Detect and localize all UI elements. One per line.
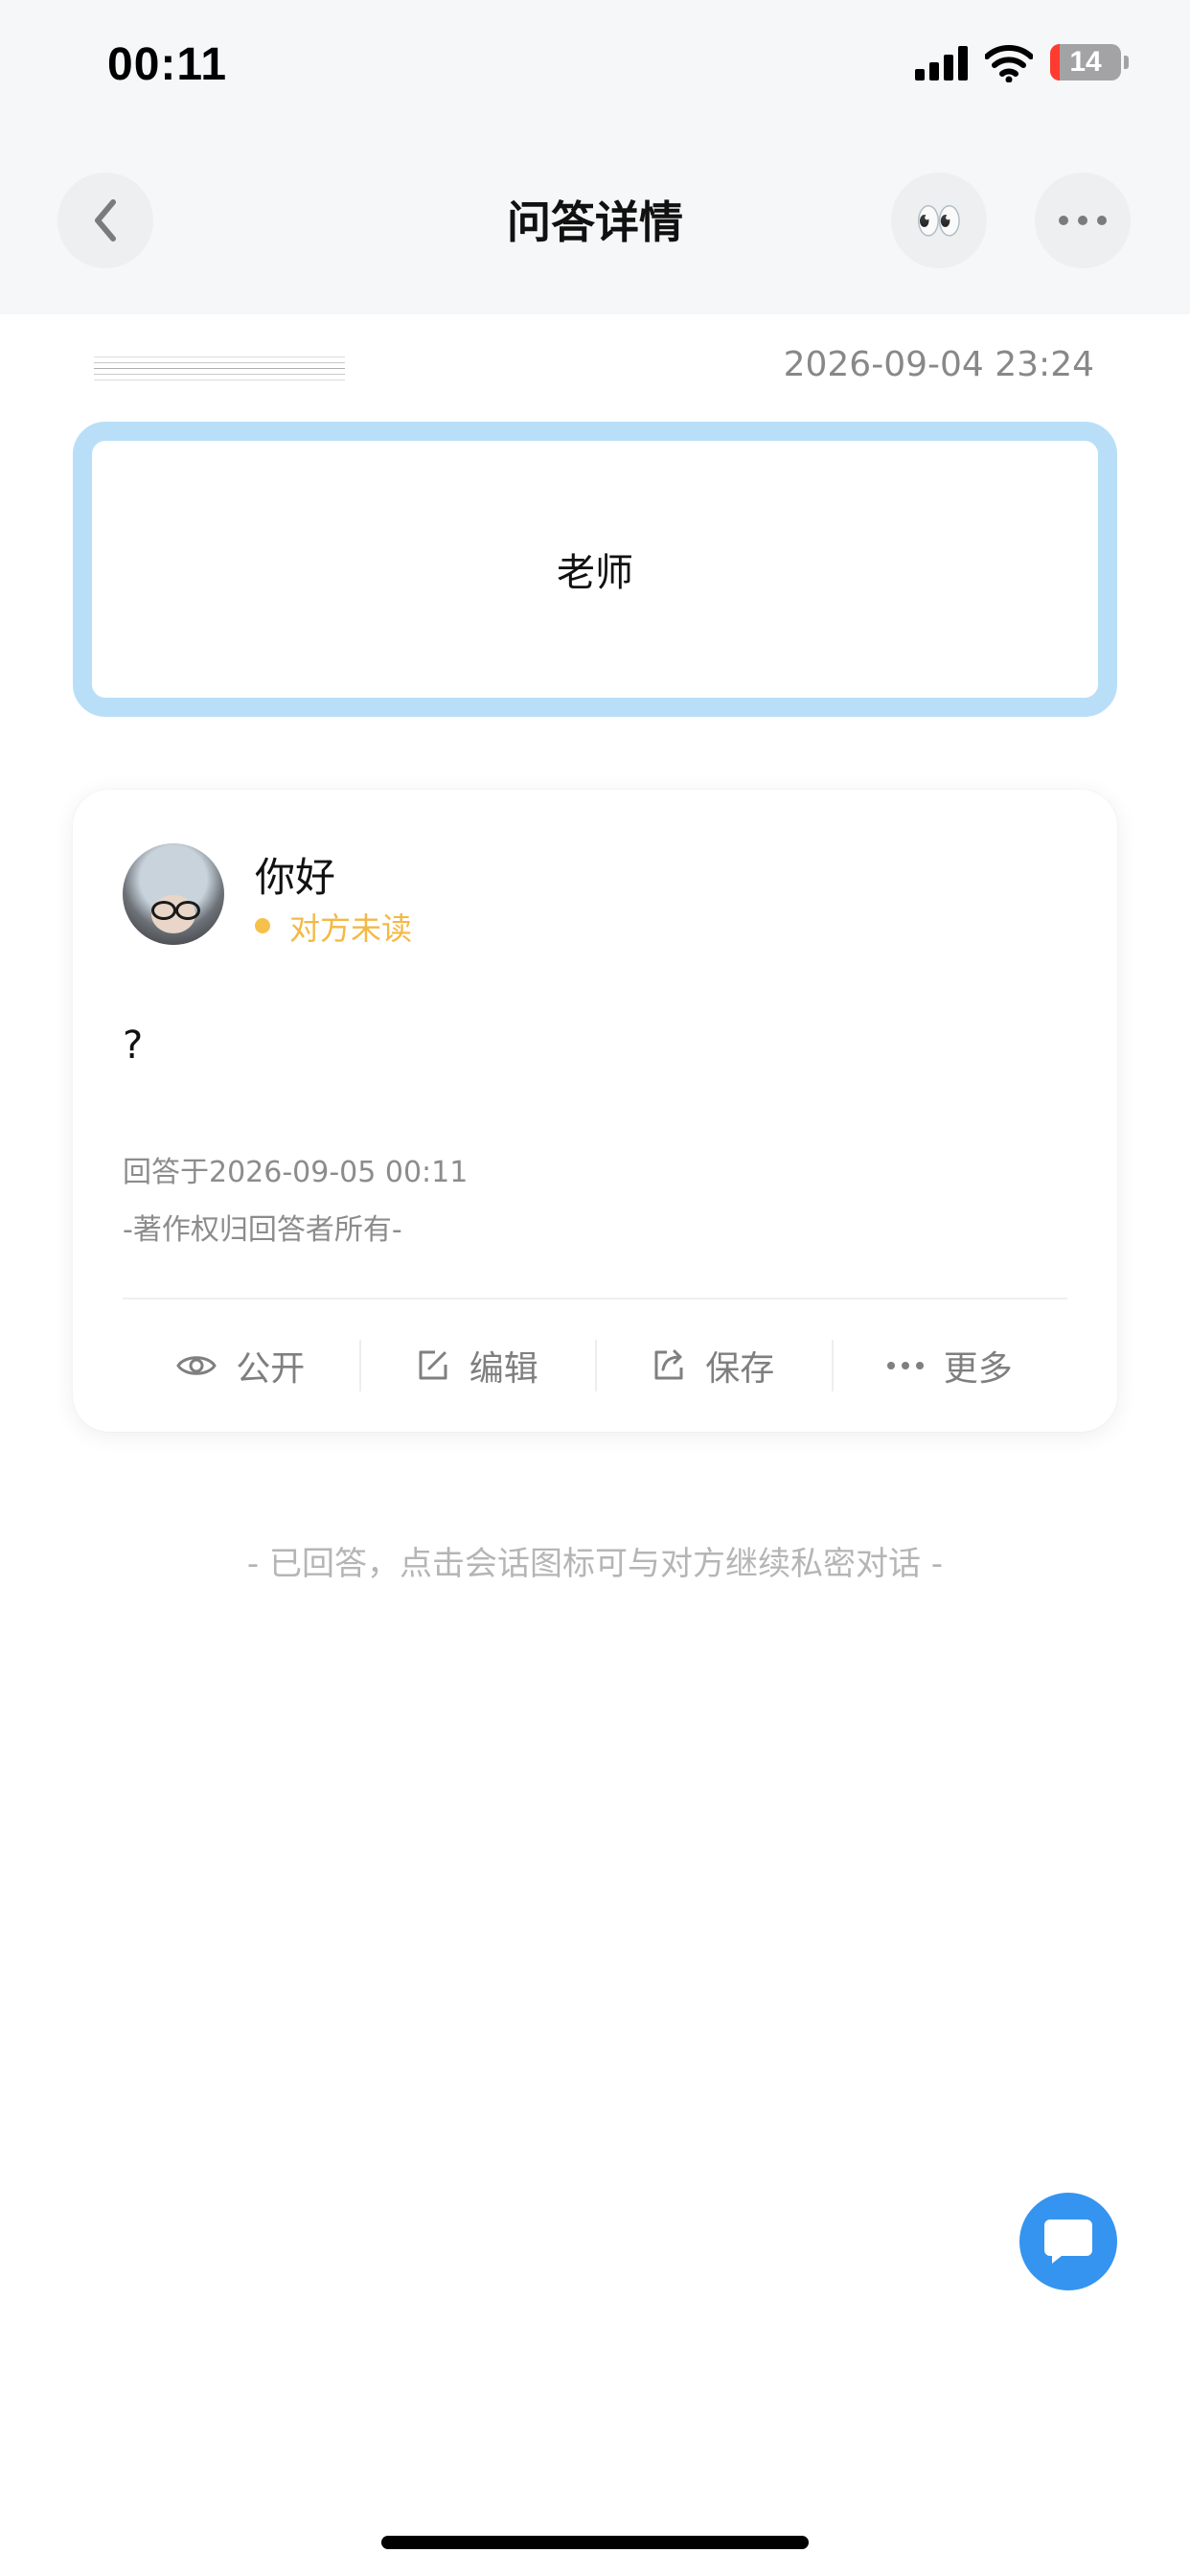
status-time: 00:11: [107, 39, 228, 90]
answered-hint: - 已回答，点击会话图标可与对方继续私密对话 -: [246, 1545, 944, 1583]
more-dots-icon: [1059, 216, 1107, 225]
read-status: 对方未读: [289, 910, 413, 947]
wifi-icon: [985, 45, 1033, 82]
eyes-button[interactable]: 👀: [891, 172, 987, 268]
cellular-signal-icon: [915, 46, 969, 80]
page-title: 问答详情: [507, 196, 683, 248]
question-card: 老师: [73, 422, 1117, 717]
copyright-note: -著作权归回答者所有-: [123, 1213, 402, 1247]
answer-actions: 公开 编辑 保存 更多: [123, 1300, 1067, 1432]
question-text: 老师: [557, 551, 633, 595]
edit-button[interactable]: 编辑: [358, 1300, 596, 1432]
more-label: 更多: [943, 1349, 1013, 1389]
battery-icon: 14: [1050, 44, 1121, 80]
edit-label: 编辑: [469, 1349, 538, 1389]
answer-time: 回答于2026-09-05 00:11: [123, 1156, 469, 1189]
answer-card: 你好 对方未读 ? 回答于2026-09-05 00:11 -著作权归回答者所有…: [73, 790, 1117, 1432]
chat-bubble-icon: [1044, 2220, 1092, 2264]
more-dots-icon: [886, 1362, 924, 1369]
eyes-emoji-icon: 👀: [915, 198, 963, 243]
asker-name-redacted: [94, 353, 345, 381]
public-button[interactable]: 公开: [123, 1300, 359, 1432]
chat-button[interactable]: [1019, 2193, 1117, 2290]
save-label: 保存: [705, 1349, 775, 1389]
home-indicator: [381, 2536, 809, 2549]
more-button[interactable]: [1035, 172, 1131, 268]
battery-level: 14: [1069, 46, 1102, 78]
edit-icon: [419, 1350, 447, 1380]
unread-dot-icon: [255, 918, 270, 933]
save-button[interactable]: 保存: [595, 1300, 832, 1432]
avatar[interactable]: [123, 843, 224, 945]
share-icon: [654, 1349, 683, 1380]
more-actions-button[interactable]: 更多: [831, 1300, 1068, 1432]
question-date: 2026-09-04 23:24: [783, 345, 1094, 384]
public-label: 公开: [236, 1349, 306, 1389]
top-bar: 00:11 14 问答详情 👀: [0, 0, 1190, 314]
answer-text: ?: [123, 1024, 144, 1068]
eye-icon: [176, 1356, 217, 1375]
responder-name: 你好: [255, 854, 336, 901]
